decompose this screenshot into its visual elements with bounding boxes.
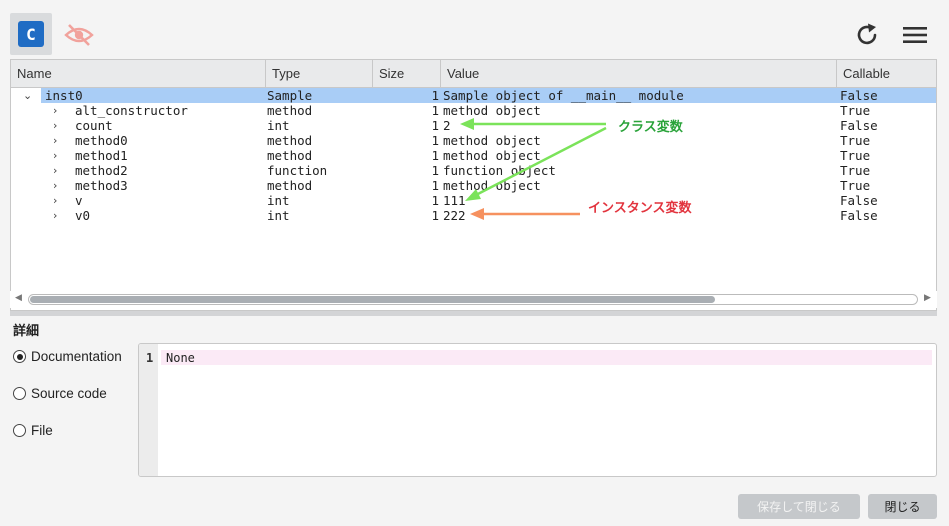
cell-value: 222	[443, 208, 466, 223]
collapse-chevron-icon[interactable]: ⌄	[23, 88, 32, 103]
cell-size: 1	[431, 193, 439, 208]
cell-size: 1	[431, 118, 439, 133]
horizontal-scrollbar[interactable]: ◀ ▶	[10, 291, 937, 308]
editor-code[interactable]: None	[166, 351, 195, 365]
cell-name: v	[75, 193, 83, 208]
scroll-right-icon[interactable]: ▶	[924, 293, 931, 303]
cell-callable: True	[840, 178, 871, 193]
class-variable-annotation: クラス変数	[618, 120, 683, 135]
expand-chevron-icon[interactable]: ›	[53, 163, 57, 178]
scrollbar-track[interactable]	[28, 294, 918, 305]
table-row[interactable]: › method0 method method object True 1	[11, 133, 936, 148]
cell-callable: False	[840, 208, 878, 223]
cell-name: method1	[75, 148, 128, 163]
cell-type: int	[267, 208, 290, 223]
radio-label: Documentation	[31, 349, 122, 364]
cell-value: method object	[443, 148, 541, 163]
details-editor[interactable]: 1 None	[138, 343, 937, 477]
table-row[interactable]: › count int 2 False 1	[11, 118, 936, 133]
class-icon: C	[18, 21, 44, 47]
column-header-type[interactable]: Type	[266, 60, 373, 88]
radio-dot-icon	[13, 424, 26, 437]
cell-size: 1	[431, 148, 439, 163]
table-row[interactable]: › alt_constructor method method object True 1	[11, 103, 936, 118]
table-row[interactable]: › v int 111 False 1	[11, 193, 936, 208]
eye-off-icon[interactable]	[62, 20, 96, 50]
variable-table: Name Type Size Value Callable ⌄ inst0 Samp…	[10, 59, 937, 311]
cell-value: method object	[443, 178, 541, 193]
cell-callable: False	[840, 193, 878, 208]
close-button[interactable]: 閉じる	[868, 494, 937, 519]
cell-size: 1	[431, 208, 439, 223]
column-header-callable[interactable]: Callable	[837, 60, 936, 88]
table-row[interactable]: › v0 int 222 False 1	[11, 208, 936, 223]
cell-value: 2	[443, 118, 451, 133]
current-line-highlight	[161, 350, 932, 365]
table-row[interactable]: › method2 function function object True 1	[11, 163, 936, 178]
cell-callable: True	[840, 163, 871, 178]
radio-dot-icon	[13, 350, 26, 363]
radio-label: File	[31, 423, 53, 438]
radio-label: Source code	[31, 386, 107, 401]
save-and-close-button[interactable]: 保存して閉じる	[738, 494, 860, 519]
cell-size: 1	[431, 88, 439, 103]
column-header-value[interactable]: Value	[441, 60, 837, 88]
cell-name: method2	[75, 163, 128, 178]
refresh-icon[interactable]	[852, 20, 882, 50]
radio-source-code[interactable]: Source code	[13, 386, 107, 401]
expand-chevron-icon[interactable]: ›	[53, 133, 57, 148]
cell-type: method	[267, 178, 313, 193]
expand-chevron-icon[interactable]: ›	[53, 148, 57, 163]
cell-type: int	[267, 193, 290, 208]
expand-chevron-icon[interactable]: ›	[53, 208, 57, 223]
class-view-button[interactable]: C	[10, 13, 52, 55]
expand-chevron-icon[interactable]: ›	[53, 178, 57, 193]
expand-chevron-icon[interactable]: ›	[53, 103, 57, 118]
cell-type: function	[267, 163, 328, 178]
cell-type: method	[267, 148, 313, 163]
cell-name: alt_constructor	[75, 103, 188, 118]
cell-name: v0	[75, 208, 91, 223]
table-row[interactable]: ⌄ inst0 Sample Sample object of __main__ mo…	[23, 88, 936, 103]
cell-type: method	[267, 103, 313, 118]
radio-file[interactable]: File	[13, 423, 53, 438]
cell-callable: True	[840, 148, 871, 163]
radio-dot-icon	[13, 387, 26, 400]
cell-callable: True	[840, 103, 871, 118]
cell-callable: False	[840, 88, 878, 103]
table-header: Name Type Size Value Callable	[11, 60, 936, 88]
cell-type: Sample	[267, 88, 313, 103]
cell-name: method0	[75, 133, 128, 148]
scrollbar-thumb[interactable]	[30, 296, 715, 303]
column-header-size[interactable]: Size	[373, 60, 441, 88]
cell-size: 1	[431, 163, 439, 178]
cell-value: Sample object of __main__ module	[443, 88, 684, 103]
cell-value: function object	[443, 163, 556, 178]
cell-value: method object	[443, 103, 541, 118]
splitter[interactable]	[10, 311, 937, 316]
cell-type: int	[267, 118, 290, 133]
expand-chevron-icon[interactable]: ›	[53, 193, 57, 208]
table-row[interactable]: › method3 method method object True 1	[11, 178, 936, 193]
column-header-name[interactable]: Name	[11, 60, 266, 88]
table-row[interactable]: › method1 method method object True 1	[11, 148, 936, 163]
details-title: 詳細	[13, 324, 40, 339]
cell-value: 111	[443, 193, 466, 208]
hamburger-menu-icon[interactable]	[900, 20, 930, 50]
scroll-left-icon[interactable]: ◀	[15, 293, 22, 303]
cell-size: 1	[431, 178, 439, 193]
cell-callable: True	[840, 133, 871, 148]
line-number: 1	[146, 351, 154, 365]
cell-callable: False	[840, 118, 878, 133]
cell-value: method object	[443, 133, 541, 148]
instance-variable-annotation: インスタンス変数	[588, 201, 692, 216]
cell-size: 1	[431, 133, 439, 148]
expand-chevron-icon[interactable]: ›	[53, 118, 57, 133]
radio-documentation[interactable]: Documentation	[13, 349, 122, 364]
cell-name: method3	[75, 178, 128, 193]
cell-type: method	[267, 133, 313, 148]
cell-size: 1	[431, 103, 439, 118]
cell-name: count	[75, 118, 113, 133]
cell-name: inst0	[45, 88, 83, 103]
